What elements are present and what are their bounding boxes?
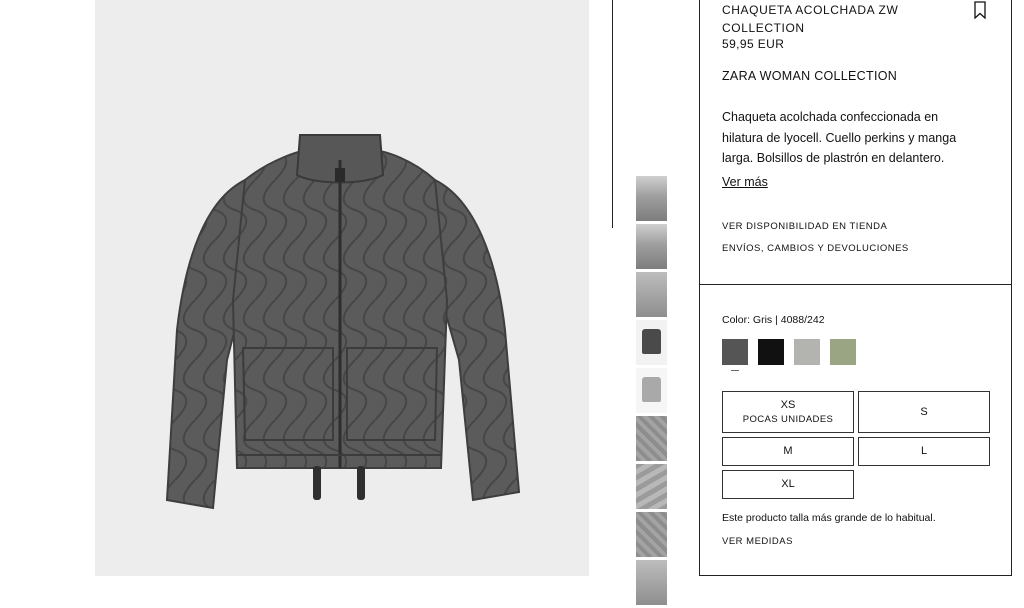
jacket-thumb-image	[642, 377, 661, 402]
store-availability-link[interactable]: VER DISPONIBILIDAD EN TIENDA	[722, 221, 887, 232]
size-label: S	[920, 406, 928, 418]
thumbnail-9[interactable]	[636, 560, 667, 605]
size-stock-note: POCAS UNIDADES	[742, 414, 834, 425]
thumbnail-6[interactable]	[636, 416, 667, 461]
product-title: CHAQUETA ACOLCHADA ZW COLLECTION	[722, 3, 899, 35]
thumbnail-5[interactable]	[636, 368, 667, 413]
bookmark-icon[interactable]	[973, 1, 987, 19]
thumbnail-1[interactable]	[636, 176, 667, 221]
size-label: M	[783, 445, 793, 457]
product-description: Chaqueta acolchada confeccionada en hila…	[722, 110, 957, 165]
product-details-section: CHAQUETA ACOLCHADA ZW COLLECTION 59,95 E…	[700, 0, 1011, 285]
size-label: XS	[780, 399, 796, 411]
color-label: Color: Gris | 4088/242	[722, 314, 825, 326]
product-collection: ZARA WOMAN COLLECTION	[722, 69, 898, 83]
size-option-xs[interactable]: XS POCAS UNIDADES	[722, 391, 854, 433]
shipping-returns-link[interactable]: ENVÍOS, CAMBIOS Y DEVOLUCIONES	[722, 243, 909, 254]
read-more-link[interactable]: Ver más	[722, 175, 768, 189]
jacket-illustration	[165, 134, 521, 510]
thumbnail-2[interactable]	[636, 224, 667, 269]
product-info-panel: CHAQUETA ACOLCHADA ZW COLLECTION 59,95 E…	[699, 0, 1012, 576]
size-guide-link[interactable]: VER MEDIDAS	[722, 536, 793, 547]
size-label: L	[920, 445, 928, 457]
thumbnail-8[interactable]	[636, 512, 667, 557]
size-label: XL	[781, 478, 795, 490]
purchase-options-section: Color: Gris | 4088/242 XS POCAS UNIDADES…	[700, 285, 1011, 576]
size-option-s[interactable]: S	[858, 391, 990, 433]
scroll-divider	[612, 0, 613, 228]
size-option-l[interactable]: L	[858, 437, 990, 466]
size-option-xl[interactable]: XL	[722, 470, 854, 499]
size-option-m[interactable]: M	[722, 437, 854, 466]
swatch-sage[interactable]	[830, 339, 856, 365]
thumbnail-3[interactable]	[636, 272, 667, 317]
thumbnail-4[interactable]	[636, 320, 667, 365]
jacket-thumb-image	[642, 329, 661, 354]
thumbnail-strip	[636, 176, 667, 608]
product-main-image[interactable]	[95, 0, 589, 576]
thumbnail-7[interactable]	[636, 464, 667, 509]
color-swatches	[722, 339, 856, 371]
swatch-black[interactable]	[758, 339, 784, 365]
swatch-light-grey[interactable]	[794, 339, 820, 365]
fit-note: Este producto talla más grande de lo hab…	[722, 512, 936, 524]
swatch-dark-grey[interactable]	[722, 339, 748, 371]
product-price: 59,95 EUR	[722, 37, 785, 51]
